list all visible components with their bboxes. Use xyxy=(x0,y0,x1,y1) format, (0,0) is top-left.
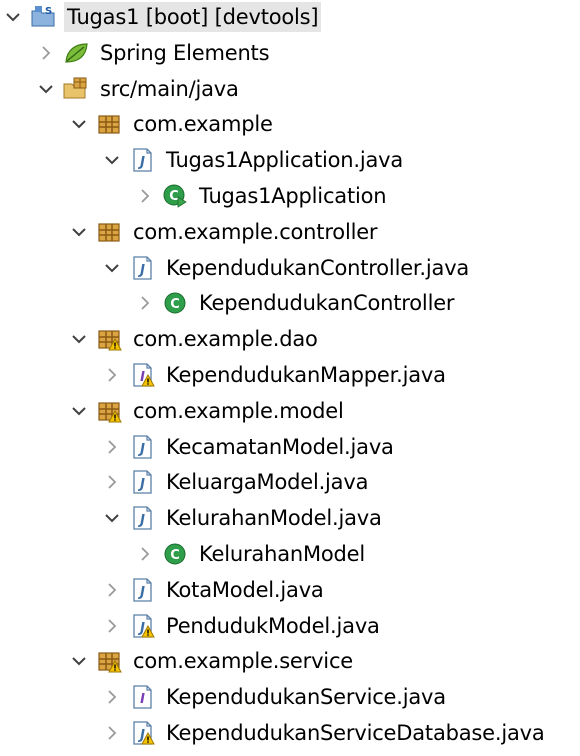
chevron-right-icon[interactable] xyxy=(101,680,123,714)
tree-row[interactable]: J KelurahanModel.java xyxy=(101,501,385,535)
chevron-down-icon[interactable] xyxy=(101,251,123,285)
chevron-down-icon[interactable] xyxy=(101,143,123,177)
tree-item-label: com.example.dao xyxy=(133,327,318,352)
package-icon xyxy=(96,111,122,137)
tree-row[interactable]: S Tugas1 [boot] [devtools] xyxy=(2,0,322,34)
tree-row[interactable]: src/main/java xyxy=(35,72,242,106)
tree-item-label: KependudukanController xyxy=(199,291,455,316)
tree-row[interactable]: J PendudukModel.java xyxy=(101,609,383,643)
tree-item-label: KecamatanModel.java xyxy=(166,434,394,459)
tree-row[interactable]: C KependudukanController xyxy=(134,286,457,320)
svg-text:C: C xyxy=(169,189,179,204)
java-file-icon: J xyxy=(129,505,155,531)
chevron-right-icon[interactable] xyxy=(101,430,123,464)
tree-row[interactable]: J KecamatanModel.java xyxy=(101,430,397,464)
java-file-icon: J xyxy=(129,469,155,495)
java-file-icon: J xyxy=(129,147,155,173)
package-icon xyxy=(96,219,122,245)
package-warning-icon xyxy=(96,398,122,424)
tree-row[interactable]: com.example.model xyxy=(68,394,347,428)
java-file-warning-icon: J xyxy=(129,720,155,746)
chevron-down-icon[interactable] xyxy=(68,644,90,678)
tree-row[interactable]: com.example.controller xyxy=(68,215,380,249)
tree-row[interactable]: J KeluargaModel.java xyxy=(101,465,371,499)
tree-row[interactable]: com.example.service xyxy=(68,644,356,678)
chevron-right-icon[interactable] xyxy=(101,609,123,643)
tree-row[interactable]: I KependudukanMapper.java xyxy=(101,358,449,392)
tree-row[interactable]: Spring Elements xyxy=(35,36,272,70)
chevron-right-icon[interactable] xyxy=(134,537,156,571)
tree-row[interactable]: I KependudukanService.java xyxy=(101,680,449,714)
tree-item-label: PendudukModel.java xyxy=(166,613,380,638)
chevron-right-icon[interactable] xyxy=(101,573,123,607)
tree-row[interactable]: com.example.dao xyxy=(68,322,321,356)
svg-text:S: S xyxy=(45,6,52,17)
tree-item-label: Tugas1 [boot] [devtools] xyxy=(64,2,322,32)
tree-item-label: KotaModel.java xyxy=(166,577,324,602)
chevron-down-icon[interactable] xyxy=(35,72,57,106)
svg-text:C: C xyxy=(170,548,180,563)
package-explorer-tree: S Tugas1 [boot] [devtools] Spring Elements… xyxy=(0,0,580,756)
tree-row[interactable]: C KelurahanModel xyxy=(134,537,368,571)
chevron-down-icon[interactable] xyxy=(2,0,24,34)
tree-item-label: KependudukanServiceDatabase.java xyxy=(166,721,545,745)
chevron-down-icon[interactable] xyxy=(68,394,90,428)
chevron-right-icon[interactable] xyxy=(101,465,123,499)
tree-item-label: com.example xyxy=(133,112,273,137)
tree-item-label: Tugas1Application.java xyxy=(166,148,404,173)
tree-item-label: KependudukanMapper.java xyxy=(166,363,446,387)
tree-row[interactable]: J KotaModel.java xyxy=(101,573,327,607)
tree-item-label: com.example.service xyxy=(133,649,354,674)
class-icon: C xyxy=(162,290,188,316)
tree-item-label: KeluargaModel.java xyxy=(166,470,369,495)
tree-item-label: KependudukanService.java xyxy=(166,685,446,710)
svg-text:C: C xyxy=(170,297,180,312)
chevron-right-icon[interactable] xyxy=(35,36,57,70)
tree-row[interactable]: com.example xyxy=(68,107,276,141)
tree-item-label: Spring Elements xyxy=(100,40,270,65)
source-folder-icon xyxy=(63,76,89,102)
tree-row[interactable]: J KependudukanController.java xyxy=(101,251,472,285)
tree-item-label: Tugas1Application xyxy=(199,184,387,208)
interface-file-warning-icon: I xyxy=(129,362,155,388)
chevron-down-icon[interactable] xyxy=(68,215,90,249)
tree-item-label: src/main/java xyxy=(100,76,239,101)
chevron-right-icon[interactable] xyxy=(134,179,156,213)
tree-item-label: KependudukanController.java xyxy=(166,255,470,280)
java-file-icon: J xyxy=(129,255,155,281)
spring-leaf-icon xyxy=(63,40,89,66)
tree-item-label: KelurahanModel xyxy=(199,542,366,566)
interface-file-icon: I xyxy=(129,684,155,710)
tree-row[interactable]: J KependudukanServiceDatabase.java xyxy=(101,716,548,750)
java-file-warning-icon: J xyxy=(129,613,155,639)
chevron-down-icon[interactable] xyxy=(68,107,90,141)
chevron-right-icon[interactable] xyxy=(101,716,123,750)
chevron-down-icon[interactable] xyxy=(68,322,90,356)
tree-item-label: KelurahanModel.java xyxy=(166,506,382,531)
package-warning-icon xyxy=(96,326,122,352)
chevron-right-icon[interactable] xyxy=(101,358,123,392)
runnable-class-icon: C xyxy=(162,183,188,209)
svg-text:I: I xyxy=(140,692,145,707)
tree-row[interactable]: C Tugas1Application xyxy=(134,179,389,213)
class-icon: C xyxy=(162,541,188,567)
chevron-right-icon[interactable] xyxy=(134,286,156,320)
tree-row[interactable]: J Tugas1Application.java xyxy=(101,143,406,177)
java-file-icon: J xyxy=(129,434,155,460)
java-file-icon: J xyxy=(129,577,155,603)
tree-item-label: com.example.model xyxy=(133,398,344,423)
chevron-down-icon[interactable] xyxy=(101,501,123,535)
spring-project-icon: S xyxy=(30,4,56,30)
tree-item-label: com.example.controller xyxy=(133,219,378,244)
package-warning-icon xyxy=(96,648,122,674)
